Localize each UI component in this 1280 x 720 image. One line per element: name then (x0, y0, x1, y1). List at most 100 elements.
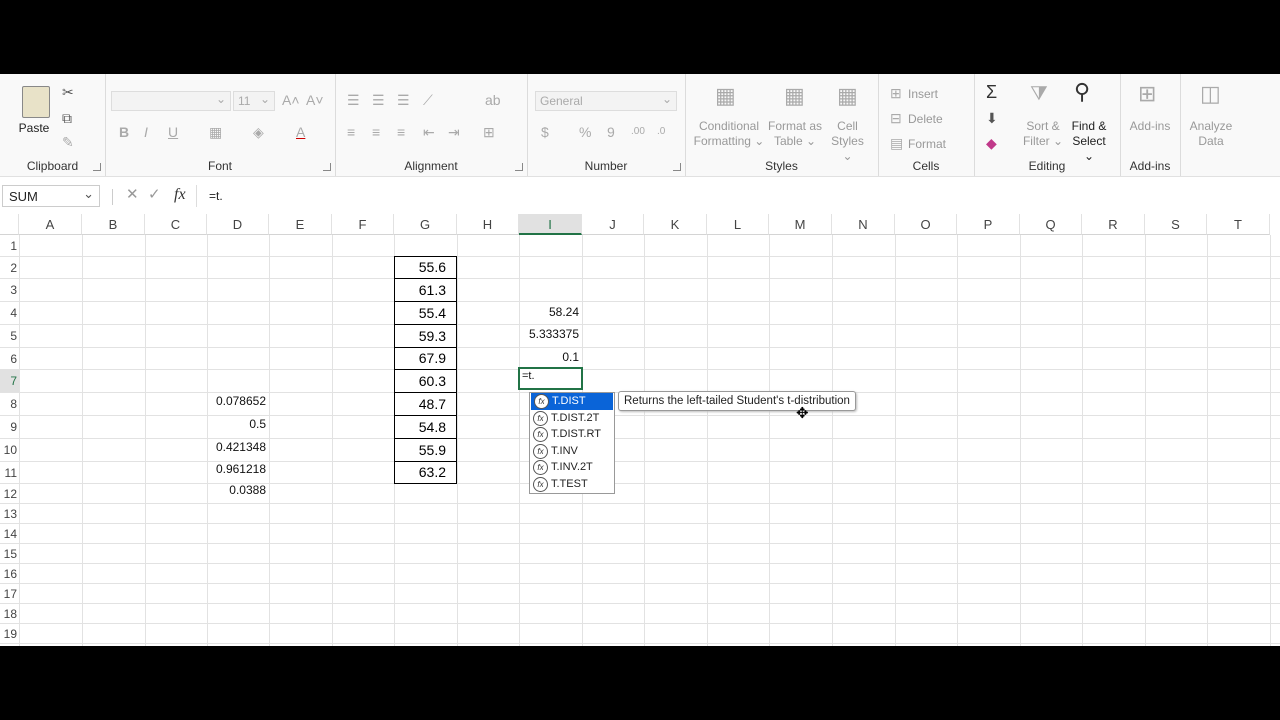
delete-icon[interactable]: ⊟ (890, 110, 902, 126)
sort-filter-label-1[interactable]: Sort & (1020, 119, 1066, 134)
cell-d12[interactable]: 0.0388 (207, 483, 269, 503)
row-header-19[interactable]: 19 (0, 624, 19, 644)
percent-button[interactable]: % (579, 124, 591, 140)
column-header-d[interactable]: D (207, 214, 269, 235)
top-align-icon[interactable]: ☰ (347, 92, 360, 108)
decrease-decimal-button[interactable]: .0 (657, 124, 665, 140)
cell-d10[interactable]: 0.421348 (207, 440, 269, 460)
column-header-s[interactable]: S (1145, 214, 1207, 235)
column-header-b[interactable]: B (82, 214, 145, 235)
autocomplete-item[interactable]: fx T.DIST.RT (530, 426, 614, 443)
column-header-i[interactable]: I (519, 214, 582, 235)
format-icon[interactable]: ▤ (890, 135, 903, 151)
bottom-align-icon[interactable]: ☰ (397, 92, 410, 108)
row-header-10[interactable]: 10 (0, 439, 19, 462)
increase-indent-icon[interactable]: ⇥ (448, 124, 460, 140)
comma-button[interactable]: 9 (607, 124, 615, 140)
copy-icon[interactable]: ⧉ (62, 110, 72, 126)
font-size-combo[interactable]: 11 (233, 91, 275, 111)
row-header-6[interactable]: 6 (0, 348, 19, 370)
cell-g3[interactable]: 61.3 (394, 278, 457, 302)
row-header-9[interactable]: 9 (0, 416, 19, 439)
cell-i4[interactable]: 58.24 (519, 305, 582, 325)
borders-icon[interactable]: ▦ (209, 124, 222, 140)
cut-icon[interactable]: ✂ (62, 84, 74, 100)
wrap-text-button[interactable]: ab (485, 92, 501, 108)
paste-button[interactable]: Paste (14, 121, 54, 136)
currency-button[interactable]: $ (541, 124, 549, 140)
row-header-11[interactable]: 11 (0, 462, 19, 484)
row-header-14[interactable]: 14 (0, 524, 19, 544)
align-right-icon[interactable]: ≡ (397, 124, 405, 140)
analyze-data-label-1[interactable]: Analyze (1182, 119, 1240, 134)
sort-filter-label-2[interactable]: Filter ⌄ (1020, 134, 1066, 149)
font-name-combo[interactable] (111, 91, 231, 111)
align-left-icon[interactable]: ≡ (347, 124, 355, 140)
insert-icon[interactable]: ⊞ (890, 85, 902, 101)
row-header-12[interactable]: 12 (0, 484, 19, 504)
increase-decimal-button[interactable]: .00 (631, 124, 645, 140)
autocomplete-item[interactable]: fx T.TEST (530, 476, 614, 493)
column-header-a[interactable]: A (19, 214, 82, 235)
cell-i5[interactable]: 5.333375 (519, 327, 582, 347)
column-header-f[interactable]: F (332, 214, 394, 235)
decrease-indent-icon[interactable]: ⇤ (423, 124, 435, 140)
cell-g11[interactable]: 63.2 (394, 461, 457, 484)
align-center-icon[interactable]: ≡ (372, 124, 380, 140)
addins-icon[interactable]: ⊞ (1138, 83, 1156, 105)
enter-icon[interactable]: ✓ (148, 187, 161, 203)
column-header-k[interactable]: K (644, 214, 707, 235)
bold-button[interactable]: B (119, 124, 129, 140)
clipboard-launcher-icon[interactable] (93, 163, 101, 171)
format-button[interactable]: Format (908, 137, 948, 152)
cell-d9[interactable]: 0.5 (207, 417, 269, 437)
row-header-18[interactable]: 18 (0, 604, 19, 624)
conditional-formatting-icon[interactable]: ▦ (715, 85, 736, 107)
column-header-h[interactable]: H (457, 214, 519, 235)
row-header-17[interactable]: 17 (0, 584, 19, 604)
merge-center-icon[interactable]: ⊞ (483, 124, 495, 140)
column-header-q[interactable]: Q (1020, 214, 1082, 235)
column-header-j[interactable]: J (582, 214, 644, 235)
delete-button[interactable]: Delete (908, 112, 948, 127)
cell-g10[interactable]: 55.9 (394, 438, 457, 462)
autosum-icon[interactable]: Σ (986, 83, 997, 101)
format-as-table-label-2[interactable]: Table ⌄ (765, 134, 825, 149)
font-color-button[interactable]: A (296, 124, 305, 140)
row-header-2[interactable]: 2 (0, 257, 19, 279)
column-header-n[interactable]: N (832, 214, 895, 235)
row-header-5[interactable]: 5 (0, 325, 19, 348)
autocomplete-item[interactable]: fx T.DIST (531, 393, 613, 410)
column-header-l[interactable]: L (707, 214, 769, 235)
orientation-icon[interactable]: ⟋ (423, 92, 433, 108)
format-as-table-icon[interactable]: ▦ (784, 85, 805, 107)
cell-g7[interactable]: 60.3 (394, 369, 457, 393)
conditional-formatting-label-1[interactable]: Conditional (689, 119, 769, 134)
column-header-o[interactable]: O (895, 214, 957, 235)
column-header-e[interactable]: E (269, 214, 332, 235)
fill-icon[interactable]: ⬇ (986, 110, 998, 126)
row-header-15[interactable]: 15 (0, 544, 19, 564)
autocomplete-item[interactable]: fx T.INV (530, 443, 614, 460)
cell-g9[interactable]: 54.8 (394, 415, 457, 439)
cell-styles-label-1[interactable]: Cell (825, 119, 870, 134)
active-cell-i7[interactable]: =t. (518, 367, 583, 390)
cell-g5[interactable]: 59.3 (394, 324, 457, 348)
cell-g8[interactable]: 48.7 (394, 392, 457, 416)
column-header-g[interactable]: G (394, 214, 457, 235)
cell-g6[interactable]: 67.9 (394, 347, 457, 370)
column-header-c[interactable]: C (145, 214, 207, 235)
row-header-7[interactable]: 7 (0, 370, 19, 393)
sort-filter-icon[interactable]: ⧩ (1030, 84, 1048, 104)
underline-button[interactable]: U (168, 124, 178, 140)
column-header-p[interactable]: P (957, 214, 1020, 235)
cell-g2[interactable]: 55.6 (394, 256, 457, 279)
cell-d8[interactable]: 0.078652 (207, 394, 269, 414)
alignment-launcher-icon[interactable] (515, 163, 523, 171)
row-header-4[interactable]: 4 (0, 302, 19, 325)
insert-function-icon[interactable]: fx (174, 187, 186, 203)
increase-font-icon[interactable]: A˄ (282, 92, 300, 108)
find-select-label-1[interactable]: Find & (1066, 119, 1112, 134)
cell-d11[interactable]: 0.961218 (207, 462, 269, 482)
name-box[interactable]: SUM (2, 185, 100, 207)
